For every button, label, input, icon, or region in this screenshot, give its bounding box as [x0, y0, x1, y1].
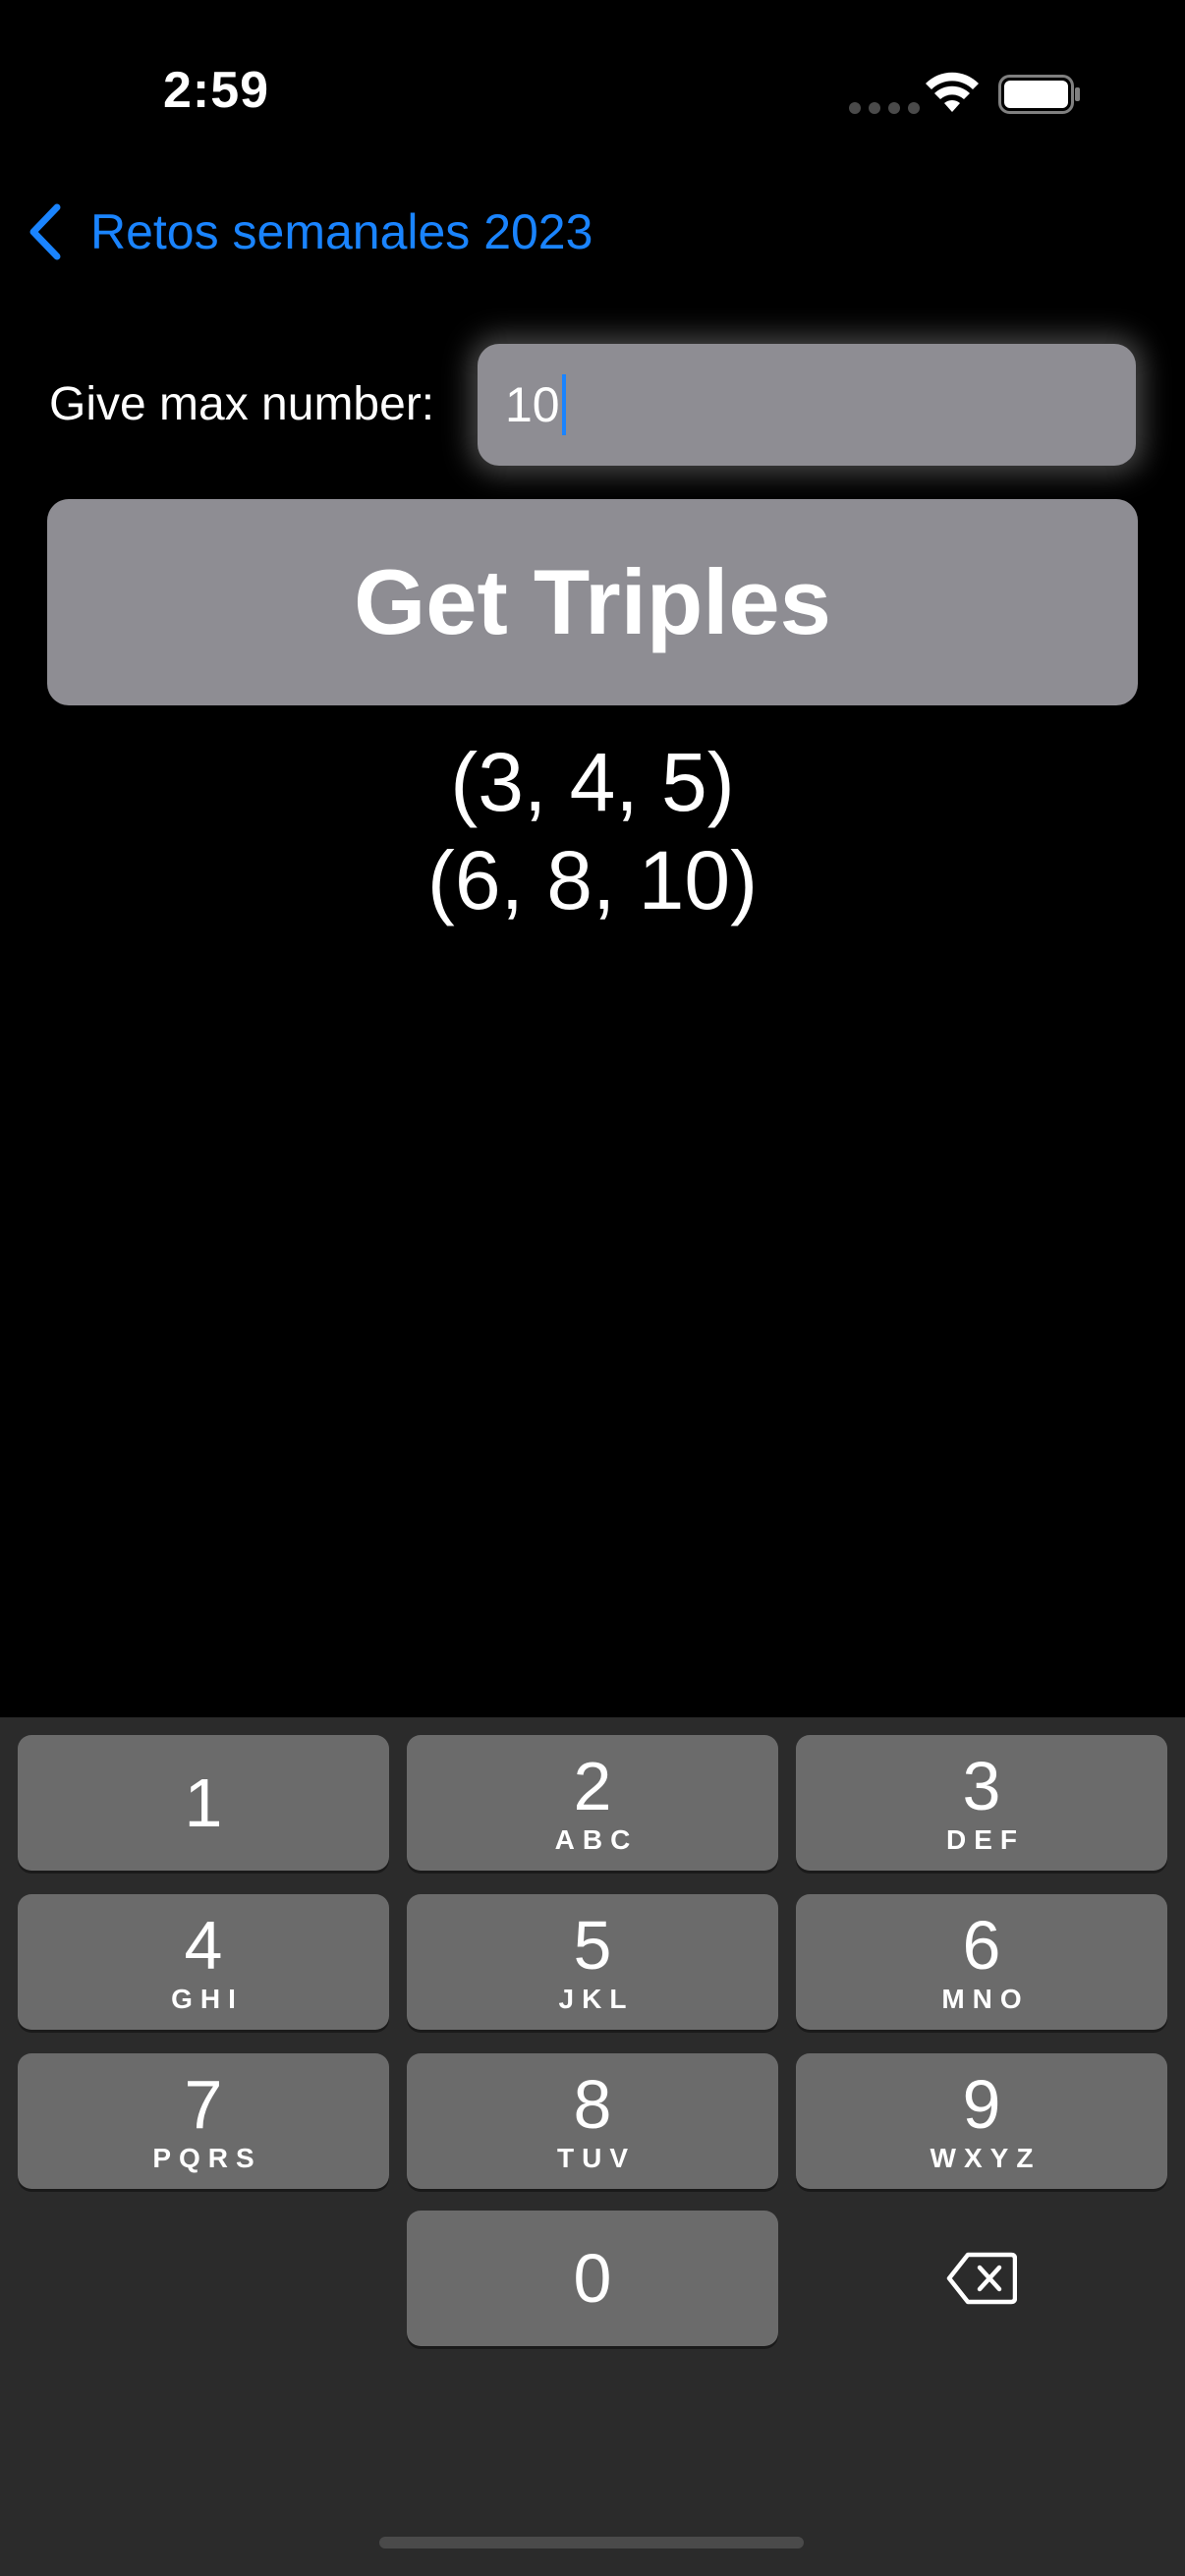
- wifi-icon: [926, 72, 979, 112]
- back-button[interactable]: Retos semanales 2023: [24, 193, 592, 271]
- delete-key[interactable]: [796, 2211, 1167, 2346]
- key-digit: 7: [184, 2066, 223, 2143]
- get-triples-button[interactable]: Get Triples: [47, 499, 1138, 705]
- key-1[interactable]: 1: [18, 1735, 389, 1871]
- results-list: (3, 4, 5) (6, 8, 10): [0, 733, 1185, 929]
- status-time: 2:59: [163, 62, 270, 119]
- numeric-keypad: 1 2 ABC 3 DEF 4 GHI 5 JKL 6 MNO 7 PQRS 8…: [0, 1717, 1185, 2576]
- battery-icon: [998, 75, 1080, 114]
- key-letters: JKL: [558, 1984, 635, 2014]
- key-letters: TUV: [557, 2143, 636, 2173]
- result-item: (3, 4, 5): [450, 736, 735, 828]
- cellular-signal-icon: [849, 102, 920, 114]
- key-digit: 9: [962, 2066, 1001, 2143]
- key-letters: ABC: [554, 1824, 639, 1855]
- key-letters: PQRS: [152, 2143, 262, 2173]
- max-number-value: 10: [505, 377, 560, 432]
- key-letters: GHI: [171, 1984, 244, 2014]
- text-caret: [561, 374, 566, 435]
- back-label: Retos semanales 2023: [90, 204, 593, 259]
- key-7[interactable]: 7 PQRS: [18, 2053, 389, 2189]
- key-digit: 6: [962, 1907, 1001, 1984]
- key-4[interactable]: 4 GHI: [18, 1894, 389, 2030]
- result-item: (6, 8, 10): [426, 834, 759, 926]
- key-digit: 1: [184, 1764, 223, 1841]
- key-digit: 8: [573, 2066, 612, 2143]
- max-number-input[interactable]: 10: [478, 344, 1136, 466]
- app-screen: 2:59 Retos semanales 2023 Give max numbe…: [0, 0, 1185, 2576]
- key-5[interactable]: 5 JKL: [407, 1894, 778, 2030]
- delete-backward-icon: [946, 2252, 1017, 2305]
- key-digit: 3: [962, 1748, 1001, 1824]
- key-letters: DEF: [946, 1824, 1025, 1855]
- key-3[interactable]: 3 DEF: [796, 1735, 1167, 1871]
- key-digit: 5: [573, 1907, 612, 1984]
- key-0[interactable]: 0: [407, 2211, 778, 2346]
- key-8[interactable]: 8 TUV: [407, 2053, 778, 2189]
- max-number-label: Give max number:: [49, 378, 435, 430]
- key-letters: WXYZ: [930, 2143, 1042, 2173]
- key-letters: MNO: [941, 1984, 1030, 2014]
- key-6[interactable]: 6 MNO: [796, 1894, 1167, 2030]
- key-9[interactable]: 9 WXYZ: [796, 2053, 1167, 2189]
- key-digit: 0: [573, 2240, 612, 2317]
- chevron-left-icon: [29, 203, 61, 260]
- key-2[interactable]: 2 ABC: [407, 1735, 778, 1871]
- home-indicator[interactable]: [379, 2537, 804, 2548]
- key-digit: 4: [184, 1907, 223, 1984]
- key-digit: 2: [573, 1748, 612, 1824]
